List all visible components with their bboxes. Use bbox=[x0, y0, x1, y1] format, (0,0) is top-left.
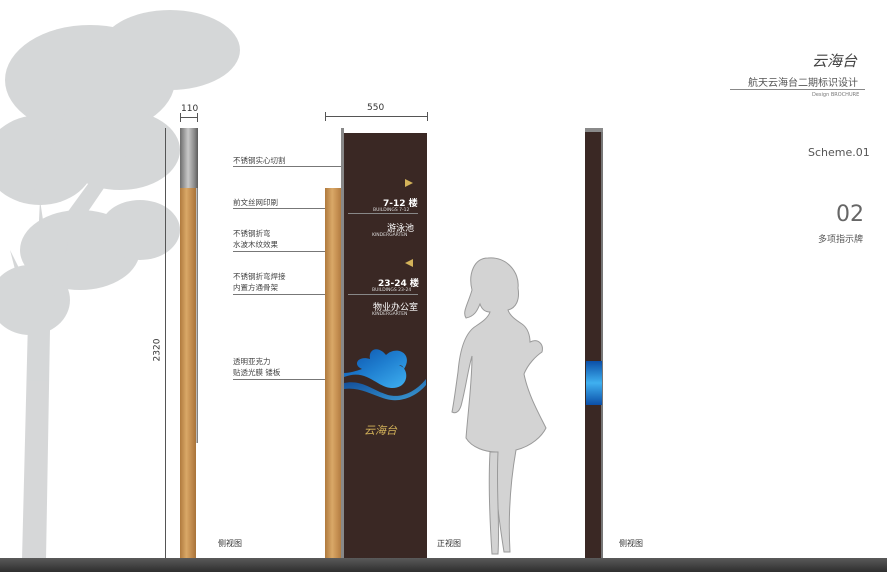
annotation-5: 不锈钢折弯焊接 bbox=[233, 272, 286, 281]
dir1-divider bbox=[348, 213, 418, 214]
side-wood-post bbox=[180, 188, 196, 558]
dir2-place-en: KINDERGARTEN bbox=[372, 312, 408, 317]
left-view-label: 侧视图 bbox=[218, 539, 242, 548]
right-view-label: 侧视图 bbox=[619, 539, 643, 548]
project-title: 航天云海台二期标识设计 bbox=[748, 78, 858, 89]
annotation-6: 内置方通骨架 bbox=[233, 283, 278, 292]
side-width-dim-line bbox=[180, 117, 198, 118]
right-edge-line bbox=[601, 132, 603, 558]
category-label: 多项指示牌 bbox=[818, 235, 864, 245]
front-width-tick-left bbox=[325, 112, 326, 121]
tree-silhouette bbox=[0, 10, 240, 560]
dir2-sub: BUILDINGS 23-24 bbox=[372, 288, 412, 293]
scheme-label: Scheme.01 bbox=[808, 146, 870, 159]
right-acrylic-strip bbox=[586, 361, 602, 405]
annotation-3: 不锈钢折弯 bbox=[233, 229, 271, 238]
height-dim-line bbox=[165, 128, 166, 558]
wave-graphic bbox=[344, 349, 426, 401]
person-silhouette bbox=[451, 257, 547, 555]
front-width-dim-line bbox=[325, 116, 428, 117]
dir1-place-en: KINDERGARTEN bbox=[372, 233, 408, 238]
brand-logo: 云海台 bbox=[812, 52, 858, 70]
annotation-2: 前文丝网印刷 bbox=[233, 198, 278, 207]
side-width-tick-left bbox=[180, 113, 181, 122]
sign-logo: 云海台 bbox=[364, 424, 397, 437]
annotation-8: 贴透光膜 镂板 bbox=[233, 368, 281, 377]
arrow-left-icon bbox=[405, 259, 413, 267]
page-number: 02 bbox=[836, 202, 864, 227]
side-width-tick-right bbox=[197, 113, 198, 122]
dir2-divider bbox=[348, 294, 418, 295]
arrow-right-icon bbox=[405, 179, 413, 187]
front-width-tick-right bbox=[427, 112, 428, 121]
side-width-label: 110 bbox=[181, 104, 199, 114]
front-width-label: 550 bbox=[367, 103, 385, 113]
height-label: 2320 bbox=[152, 338, 163, 362]
project-subtitle: Design BROCHURE bbox=[812, 92, 860, 98]
annotation-4: 水波木纹效果 bbox=[233, 240, 278, 249]
side-steel-cap bbox=[180, 128, 198, 188]
title-underline bbox=[730, 89, 865, 90]
annotation-7: 透明亚克力 bbox=[233, 357, 271, 366]
ground-strip bbox=[0, 558, 887, 572]
annotation-1: 不锈钢实心切割 bbox=[233, 156, 286, 165]
annotation-1-leader bbox=[233, 166, 345, 167]
